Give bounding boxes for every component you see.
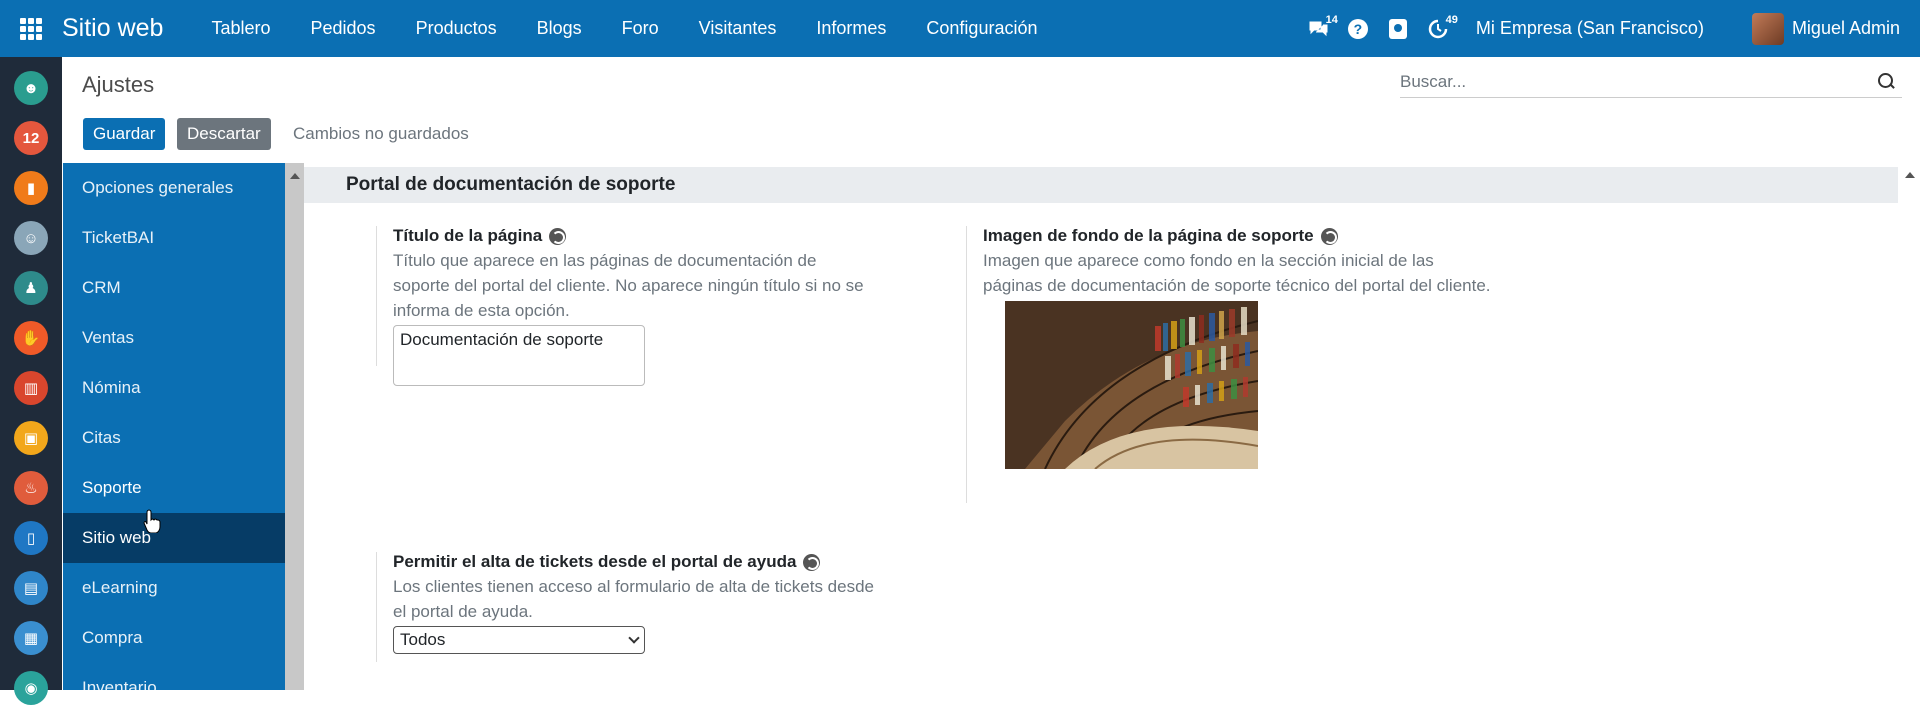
app-calendar-icon[interactable]: 12 — [14, 121, 48, 155]
menu-item-blogs[interactable]: Blogs — [517, 18, 602, 39]
main-scroll-up-icon[interactable] — [1905, 172, 1915, 178]
app-discuss-icon[interactable]: ☻ — [14, 71, 48, 105]
hand-cursor-icon — [143, 509, 161, 533]
menu-item-foro[interactable]: Foro — [602, 18, 679, 39]
settings-main: Portal de documentación de soporte Títul… — [304, 163, 1898, 690]
company-switcher[interactable]: Mi Empresa (San Francisco) — [1476, 18, 1704, 39]
main-menu: Tablero Pedidos Productos Blogs Foro Vis… — [191, 18, 1057, 39]
app-team-icon[interactable]: ☺ — [14, 221, 48, 255]
ticket-creation-select[interactable]: Todos — [393, 626, 645, 654]
app-brand[interactable]: Sitio web — [62, 14, 163, 43]
app-employees-icon[interactable]: ♟ — [14, 271, 48, 305]
discard-button[interactable]: Descartar — [177, 118, 271, 150]
app-inventory-icon[interactable]: ◉ — [14, 671, 48, 705]
menu-item-configuracion[interactable]: Configuración — [906, 18, 1057, 39]
app-appointments-icon[interactable]: ▣ — [14, 421, 48, 455]
globe-icon — [549, 227, 567, 245]
systray: 14 ? 49 Mi Empresa (San Francisco) Migue… — [1298, 0, 1920, 57]
page-title-label: Título de la página — [393, 226, 543, 245]
app-purchase-icon[interactable]: ▦ — [14, 621, 48, 655]
sidebar-item-inventario[interactable]: Inventario — [63, 663, 285, 690]
setting-description: Título que aparece en las páginas de doc… — [393, 251, 864, 320]
page-title-input[interactable]: Documentación de soporte — [393, 325, 645, 386]
setting-ticket-creation: Permitir el alta de tickets desde el por… — [376, 552, 876, 662]
app-helpdesk-icon[interactable]: ♨ — [14, 471, 48, 505]
page-title: Ajustes — [82, 72, 155, 97]
menu-item-productos[interactable]: Productos — [396, 18, 517, 39]
search-bar — [1400, 66, 1902, 98]
chevron-down-icon — [628, 632, 640, 644]
setting-background-image: Imagen de fondo de la página de soporte … — [966, 226, 1496, 503]
messages-icon[interactable]: 14 — [1298, 0, 1338, 57]
sidebar-item-compra[interactable]: Compra — [63, 613, 285, 663]
top-navbar: Sitio web Tablero Pedidos Productos Blog… — [0, 0, 1920, 57]
setting-page-title: Título de la página Título que aparece e… — [376, 226, 876, 386]
sidebar-item-ticketbai[interactable]: TicketBAI — [63, 213, 285, 263]
setting-description: Imagen que aparece como fondo en la secc… — [983, 251, 1491, 295]
app-website-icon[interactable]: ▯ — [14, 521, 48, 555]
setting-label: Permitir el alta de tickets desde el por… — [393, 552, 876, 572]
background-image-preview[interactable] — [1005, 301, 1258, 469]
menu-item-pedidos[interactable]: Pedidos — [291, 18, 396, 39]
app-switcher-strip: ☻ 12 ▮ ☺ ♟ ✋ ▥ ▣ ♨ ▯ ▤ ▦ ◉ — [0, 57, 62, 705]
section-header: Portal de documentación de soporte — [304, 167, 1898, 203]
search-input[interactable] — [1400, 71, 1870, 92]
sidebar-item-citas[interactable]: Citas — [63, 413, 285, 463]
menu-item-visitantes[interactable]: Visitantes — [679, 18, 797, 39]
app-payroll-icon[interactable]: ▥ — [14, 371, 48, 405]
sidebar-item-ventas[interactable]: Ventas — [63, 313, 285, 363]
sidebar-item-opciones-generales[interactable]: Opciones generales — [63, 163, 285, 213]
scroll-up-arrow-icon[interactable] — [290, 173, 300, 179]
globe-icon — [1320, 227, 1338, 245]
ticket-creation-label: Permitir el alta de tickets desde el por… — [393, 552, 797, 571]
apps-menu-icon[interactable] — [0, 0, 62, 57]
sidebar-item-soporte[interactable]: Soporte — [63, 463, 285, 513]
setting-label: Título de la página — [393, 226, 876, 246]
contacts-icon[interactable] — [1378, 0, 1418, 57]
messages-badge: 14 — [1325, 14, 1338, 26]
app-sales-icon[interactable]: ✋ — [14, 321, 48, 355]
sidebar-item-elearning[interactable]: eLearning — [63, 563, 285, 613]
setting-description: Los clientes tienen acceso al formulario… — [393, 577, 874, 621]
help-icon[interactable]: ? — [1338, 0, 1378, 57]
app-elearning-icon[interactable]: ▤ — [14, 571, 48, 605]
unsaved-changes-label: Cambios no guardados — [293, 124, 469, 143]
select-value: Todos — [400, 630, 446, 649]
save-button[interactable]: Guardar — [83, 118, 166, 150]
sidebar-item-crm[interactable]: CRM — [63, 263, 285, 313]
sidebar-item-sitio-web[interactable]: Sitio web — [63, 513, 285, 563]
user-menu[interactable]: Miguel Admin — [1792, 18, 1900, 39]
search-icon[interactable] — [1870, 67, 1900, 97]
activities-icon[interactable]: 49 — [1418, 0, 1458, 57]
menu-item-tablero[interactable]: Tablero — [191, 18, 290, 39]
settings-sidebar: Opciones generales TicketBAI CRM Ventas … — [63, 163, 285, 690]
sidebar-item-nomina[interactable]: Nómina — [63, 363, 285, 413]
globe-icon — [803, 553, 821, 571]
background-image-label: Imagen de fondo de la página de soporte — [983, 226, 1314, 245]
activities-badge: 49 — [1445, 14, 1458, 26]
menu-item-informes[interactable]: Informes — [796, 18, 906, 39]
app-notes-icon[interactable]: ▮ — [14, 171, 48, 205]
setting-label: Imagen de fondo de la página de soporte — [983, 226, 1496, 246]
user-avatar[interactable] — [1751, 12, 1784, 45]
sidebar-scrollbar[interactable] — [285, 163, 304, 690]
